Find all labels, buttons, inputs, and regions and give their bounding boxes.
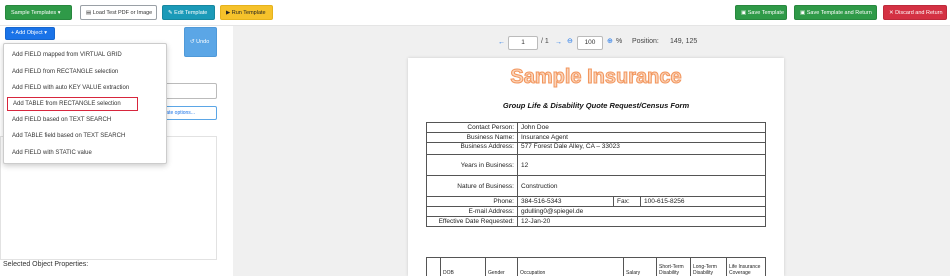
contact-person-value: John Doe — [517, 122, 766, 133]
zoom-in-icon[interactable]: ⊕ — [607, 37, 613, 45]
email-value: gdulling0@spiegel.de — [517, 206, 766, 217]
census-blank-cell — [426, 257, 441, 276]
pdf-viewer: ← 1 / 1 → ⊖ 100 ⊕ % Position: 149, 125 S… — [233, 26, 950, 276]
menu-item-add-field-static[interactable]: Add FIELD with STATIC value — [4, 145, 168, 161]
menu-item-add-field-text-search[interactable]: Add FIELD based on TEXT SEARCH — [4, 112, 168, 128]
business-address-label: Business Address: — [426, 142, 518, 155]
save-icon: ▣ — [741, 10, 747, 16]
census-header-dob: DOB — [440, 257, 486, 276]
top-toolbar: Sample Templates ▾ ▤ Load Test PDF or Im… — [0, 0, 950, 26]
save-template-label: Save Template — [747, 10, 785, 16]
save-template-return-label: Save Template and Return — [806, 10, 872, 16]
position-value: 149, 125 — [670, 38, 698, 45]
file-icon: ▤ — [86, 10, 92, 16]
business-address-value: 577 Forest Dale Alley, CA – 33023 — [517, 142, 766, 155]
undo-icon: ↺ — [190, 39, 195, 45]
save-template-return-button[interactable]: ▣ Save Template and Return — [794, 5, 877, 20]
menu-item-add-table-text-search[interactable]: Add TABLE field based on TEXT SEARCH — [4, 128, 168, 144]
pdf-page[interactable]: Sample Insurance Group Life & Disability… — [408, 58, 784, 276]
fax-label: Fax: — [613, 196, 641, 207]
phone-label: Phone: — [426, 196, 518, 207]
caret-down-icon: ▾ — [57, 10, 61, 16]
census-header-gender: Gender — [485, 257, 518, 276]
play-icon: ▶ — [226, 10, 231, 16]
save-template-button[interactable]: ▣ Save Template — [735, 5, 787, 20]
census-table: DOB Gender Occupation Salary Short-Term … — [426, 257, 766, 276]
census-header-life-insurance: Life Insurance Coverage — [726, 257, 766, 276]
close-icon: ✕ — [889, 10, 894, 16]
edit-icon: ✎ — [168, 10, 173, 16]
run-template-label: Run Template — [231, 10, 266, 16]
years-in-business-label: Years in Business: — [426, 154, 518, 176]
nature-of-business-value: Construction — [517, 175, 766, 197]
effective-date-label: Effective Date Requested: — [426, 216, 518, 227]
menu-item-add-field-virtual-grid[interactable]: Add FIELD mapped from VIRTUAL GRID — [4, 47, 168, 63]
menu-item-add-field-rectangle[interactable]: Add FIELD from RECTANGLE selection — [4, 64, 168, 80]
load-test-pdf-label: Load Test PDF or Image — [92, 10, 153, 16]
viewer-nav-bar: ← 1 / 1 → ⊖ 100 ⊕ % Position: 149, 125 — [233, 26, 950, 58]
census-header-occupation: Occupation — [517, 257, 624, 276]
nature-of-business-label: Nature of Business: — [426, 175, 518, 197]
contact-person-label: Contact Person: — [426, 122, 518, 133]
load-test-pdf-button[interactable]: ▤ Load Test PDF or Image — [80, 5, 157, 20]
effective-date-value: 12-Jan-20 — [517, 216, 766, 227]
contact-info-table: Contact Person: John Doe Business Name: … — [426, 122, 766, 227]
years-in-business-value: 12 — [517, 154, 766, 176]
save-icon: ▣ — [800, 10, 806, 16]
zoom-percent: % — [616, 38, 623, 45]
sample-templates-label: Sample Templates — [11, 10, 57, 16]
page-number-input[interactable]: 1 — [508, 36, 538, 50]
business-name-label: Business Name: — [426, 132, 518, 143]
census-header-salary: Salary — [623, 257, 657, 276]
business-name-value: Insurance Agent — [517, 132, 766, 143]
zoom-out-icon[interactable]: ⊖ — [567, 37, 573, 45]
sample-templates-button[interactable]: Sample Templates ▾ — [5, 5, 72, 20]
document-title: Sample Insurance — [510, 66, 682, 89]
page-total: / 1 — [541, 38, 549, 45]
edit-template-label: Edit Template — [174, 10, 208, 16]
menu-item-add-table-rectangle[interactable]: Add TABLE from RECTANGLE selection — [7, 97, 138, 111]
discard-return-label: Discard and Return — [895, 10, 943, 16]
email-label: E-mail Address: — [426, 206, 518, 217]
menu-item-add-field-key-value[interactable]: Add FIELD with auto KEY VALUE extraction — [4, 80, 168, 96]
add-object-dropdown-menu: Add FIELD mapped from VIRTUAL GRID Add F… — [3, 43, 167, 164]
undo-button[interactable]: ↺ Undo — [184, 27, 217, 57]
census-header-short-term-disability: Short-Term Disability — [656, 257, 691, 276]
arrow-right-icon[interactable]: → — [555, 39, 562, 46]
fax-value: 100-615-8256 — [640, 196, 766, 207]
undo-label: Undo — [196, 39, 210, 45]
add-object-button[interactable]: + Add Object ▾ — [5, 27, 55, 40]
phone-value: 384-516-5343 — [517, 196, 614, 207]
zoom-input[interactable]: 100 — [577, 36, 603, 50]
discard-return-button[interactable]: ✕ Discard and Return — [883, 5, 947, 20]
caret-down-icon: ▾ — [44, 30, 47, 36]
arrow-left-icon[interactable]: ← — [498, 39, 505, 46]
edit-template-button[interactable]: ✎ Edit Template — [162, 5, 215, 20]
add-object-label: + Add Object — [11, 30, 43, 36]
position-label: Position: — [632, 38, 659, 45]
document-subtitle: Group Life & Disability Quote Request/Ce… — [502, 101, 690, 110]
census-header-long-term-disability: Long-Term Disability — [690, 257, 727, 276]
selected-object-properties-label: Selected Object Properties: — [3, 261, 89, 268]
run-template-button[interactable]: ▶ Run Template — [220, 5, 273, 20]
